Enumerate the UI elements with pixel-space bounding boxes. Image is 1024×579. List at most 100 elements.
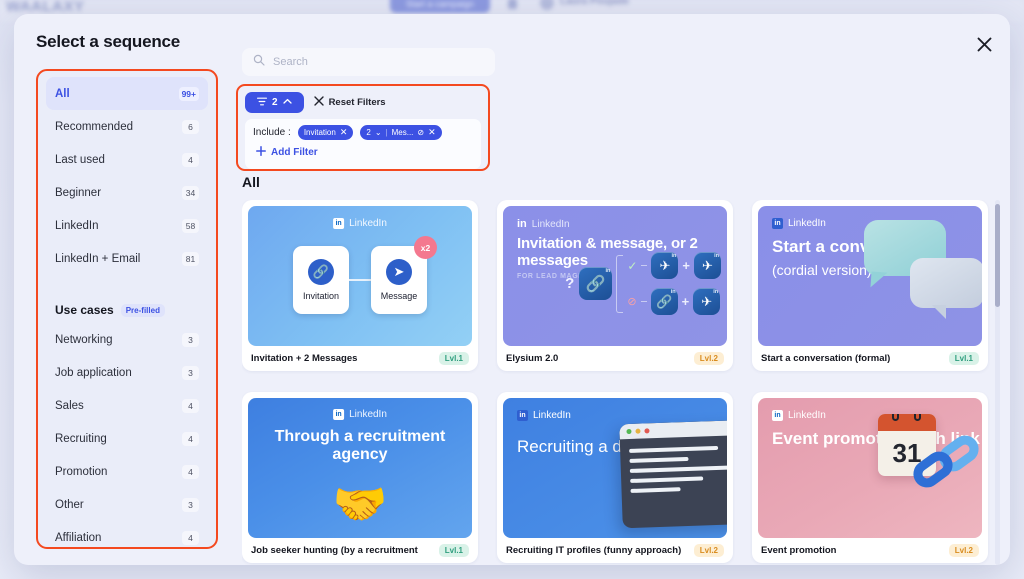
sidebar-item-count: 4 <box>182 152 199 167</box>
sidebar-item-count: 6 <box>182 119 199 134</box>
sequence-card[interactable]: in LinkedIn Invitation & message, or 2 m… <box>497 200 733 371</box>
filter-chip-messages[interactable]: 2 ⌄ | Mes... ⊘ ✕ <box>360 125 442 140</box>
filter-chip-invitation[interactable]: Invitation ✕ <box>297 125 354 140</box>
search-input[interactable] <box>273 56 484 68</box>
sidebar-item-label: Recommended <box>55 120 133 133</box>
sequence-card[interactable]: in LinkedIn Recruiting a developer Recru… <box>497 392 733 563</box>
select-sequence-modal: Select a sequence All 99+ Recommended 6 Last… <box>14 14 1010 565</box>
section-title: All <box>242 174 260 190</box>
card-title: Invitation + 2 Messages <box>251 353 358 364</box>
node-label: Message <box>380 291 418 301</box>
window-dot-green <box>626 428 632 435</box>
sidebar-item-promotion[interactable]: Promotion 4 <box>46 455 208 488</box>
sidebar-item-count: 81 <box>182 251 199 266</box>
branch-row-accepted: ✓ ✈ in + ✈ in <box>627 252 721 279</box>
background-user-name: Laura Poujade <box>560 0 629 7</box>
sidebar-item-last-used[interactable]: Last used 4 <box>46 143 208 176</box>
linkedin-mini-icon: in <box>671 253 677 259</box>
card-artwork: in LinkedIn Recruiting a developer <box>503 398 727 538</box>
sidebar-item-other[interactable]: Other 3 <box>46 488 208 521</box>
chip-remove-icon[interactable]: ✕ <box>340 128 348 137</box>
check-icon: ✓ <box>627 258 638 273</box>
chip-block-icon[interactable]: ⊘ <box>417 128 424 137</box>
window-body <box>620 435 727 504</box>
sidebar-item-affiliation[interactable]: Affiliation 4 <box>46 521 208 547</box>
branch-row-declined: ⊘ 🔗 in + ✈ in <box>627 288 721 315</box>
branch-bracket <box>616 254 624 313</box>
category-sidebar: All 99+ Recommended 6 Last used 4 Beginner 34 Li… <box>36 69 218 549</box>
sidebar-divider <box>46 275 208 297</box>
sidebar-item-recruiting[interactable]: Recruiting 4 <box>46 422 208 455</box>
search-bar[interactable] <box>242 48 495 76</box>
sidebar-item-all[interactable]: All 99+ <box>46 77 208 110</box>
sidebar-item-count: 4 <box>182 431 199 446</box>
card-artwork: in LinkedIn Through a recruitment agency… <box>248 398 472 538</box>
background-start-campaign-button: Start a campaign <box>390 0 490 13</box>
sidebar-item-count: 4 <box>182 530 199 545</box>
linkedin-icon: in <box>517 410 528 421</box>
card-footer: Recruiting IT profiles (funny approach) … <box>497 538 733 563</box>
level-badge: Lvl.1 <box>948 352 979 365</box>
card-footer: Event promotion Lvl.2 <box>752 538 988 563</box>
chevron-up-icon <box>282 97 292 108</box>
linkedin-mini-icon: in <box>714 253 719 259</box>
code-window-illustration <box>619 419 727 529</box>
linkedin-brand: in LinkedIn <box>772 410 982 421</box>
linkedin-icon: in <box>517 218 527 230</box>
sidebar-item-sales[interactable]: Sales 4 <box>46 389 208 422</box>
background-bell-icon <box>508 0 517 9</box>
filter-toggle-button[interactable]: 2 <box>245 92 304 113</box>
card-artwork: 31 in LinkedIn Event promotion with link <box>758 398 982 538</box>
use-cases-header: Use cases Pre-filled <box>46 297 208 323</box>
chip-remove-icon[interactable]: ✕ <box>428 128 436 137</box>
sidebar-item-recommended[interactable]: Recommended 6 <box>46 110 208 143</box>
linkedin-brand: in LinkedIn <box>517 410 727 421</box>
sidebar-primary-list: All 99+ Recommended 6 Last used 4 Beginner 34 Li… <box>46 77 208 275</box>
card-artwork: in LinkedIn Invitation & message, or 2 m… <box>503 206 727 346</box>
branch-diagram: ? 🔗 in ✓ ✈ in + ✈ in ⊘ 🔗 in + ✈ in <box>565 252 721 315</box>
card-headline: Through a recruitment agency <box>274 428 446 464</box>
card-artwork: in LinkedIn 🔗 Invitation x2 ➤ Message <box>248 206 472 346</box>
sidebar-item-networking[interactable]: Networking 3 <box>46 323 208 356</box>
sequence-card[interactable]: 31 in LinkedIn Event promotion with link… <box>752 392 988 563</box>
pre-filled-badge: Pre-filled <box>120 303 165 317</box>
level-badge: Lvl.1 <box>438 544 469 557</box>
sidebar-use-case-list: Networking 3 Job application 3 Sales 4 Recruit… <box>46 323 208 547</box>
linkedin-brand: in LinkedIn <box>517 218 727 230</box>
add-filter-label: Add Filter <box>271 147 318 158</box>
message-tile-icon: ✈ in <box>693 288 721 315</box>
sidebar-item-beginner[interactable]: Beginner 34 <box>46 176 208 209</box>
code-line <box>630 487 681 493</box>
linkedin-brand: in LinkedIn <box>333 218 387 229</box>
sidebar-item-label: Sales <box>55 399 84 412</box>
chip-separator: | <box>385 128 388 137</box>
reset-filters-label: Reset Filters <box>328 97 386 108</box>
sequence-card[interactable]: in LinkedIn Through a recruitment agency… <box>242 392 478 563</box>
brand-label: LinkedIn <box>349 218 387 229</box>
add-filter-button[interactable]: Add Filter <box>253 146 318 159</box>
sidebar-item-label: LinkedIn <box>55 219 99 232</box>
include-panel: Include : Invitation ✕ 2 ⌄ | Mes... ⊘ ✕ <box>245 119 481 169</box>
card-footer: Invitation + 2 Messages Lvl.1 <box>242 346 478 371</box>
sidebar-item-linkedin-email[interactable]: LinkedIn + Email 81 <box>46 242 208 275</box>
grid-scrollbar-thumb[interactable] <box>995 204 1000 307</box>
sequence-card[interactable]: in LinkedIn Start a conversation (cordia… <box>752 200 988 371</box>
branch-dash <box>641 265 648 266</box>
filter-toolbar: 2 Reset Filters <box>245 92 481 113</box>
window-dot-yellow <box>635 428 641 434</box>
sidebar-item-label: Last used <box>55 153 105 166</box>
sidebar-item-count: 4 <box>182 464 199 479</box>
card-title: Event promotion <box>761 545 837 556</box>
card-artwork: in LinkedIn Start a conversation (cordia… <box>758 206 982 346</box>
sidebar-item-job-application[interactable]: Job application 3 <box>46 356 208 389</box>
brand-label: LinkedIn <box>533 410 571 421</box>
filters-panel: 2 Reset Filters Include : Invitation ✕ 2… <box>236 84 490 171</box>
sidebar-item-count: 3 <box>182 332 199 347</box>
sequence-card[interactable]: in LinkedIn 🔗 Invitation x2 ➤ Message In… <box>242 200 478 371</box>
linkedin-icon: in <box>333 218 345 229</box>
sidebar-item-linkedin[interactable]: LinkedIn 58 <box>46 209 208 242</box>
linkedin-mini-icon: in <box>713 289 719 295</box>
close-icon[interactable] <box>970 30 998 58</box>
reset-filters-button[interactable]: Reset Filters <box>313 96 386 109</box>
chevron-down-icon[interactable]: ⌄ <box>375 128 382 137</box>
